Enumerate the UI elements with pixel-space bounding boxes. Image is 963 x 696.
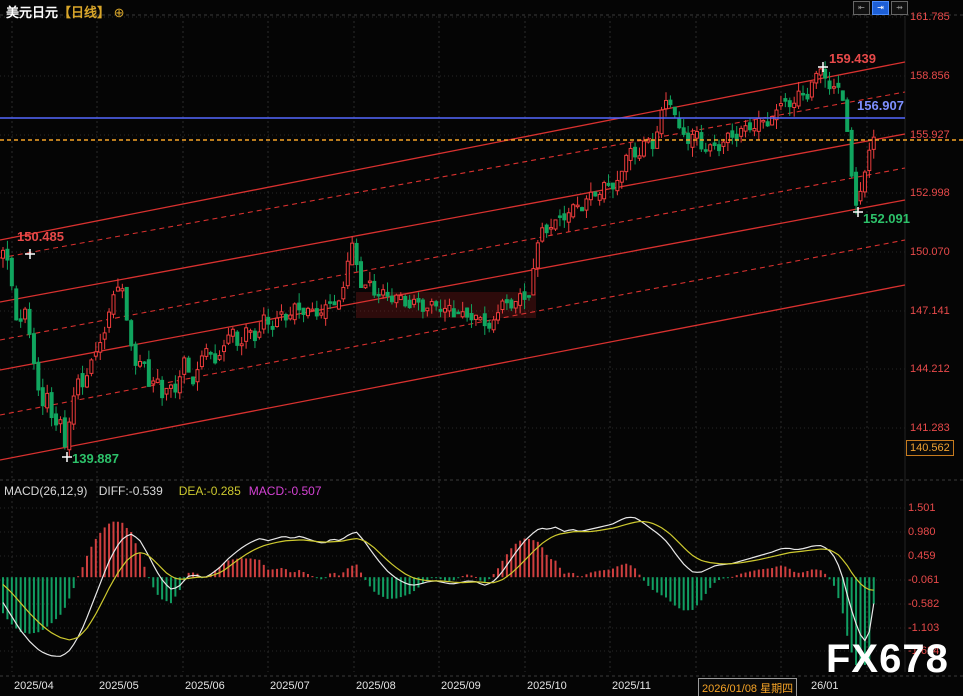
add-indicator-icon[interactable]: ⊕ [114,5,125,20]
current-date-badge: 2026/01/08 星期四 [698,678,797,696]
axis-scale-right-icon[interactable]: ⇸ [891,1,908,15]
trading-chart-app: 美元日元【日线】 ⊕ ⇤⇥⇸ 161.785158.856155.927152.… [0,0,963,696]
price-level-badge: 140.562 [906,440,954,456]
toolbar: ⇤⇥⇸ [853,1,908,15]
period-badge: 【日线】 [58,5,110,20]
macd-params: MACD(26,12,9) DIFF:-0.539 [4,484,171,498]
macd-header: MACD(26,12,9) DIFF:-0.539 DEA:-0.285 MACD:… [4,484,330,498]
macd-macd-value: MACD:-0.507 [249,484,322,498]
axis-scale-left-icon[interactable]: ⇤ [853,1,870,15]
chart-header: 美元日元【日线】 ⊕ [6,2,125,21]
watermark: FX678 [826,637,949,682]
main-chart-canvas[interactable] [0,0,963,696]
macd-dea-value: DEA:-0.285 [179,484,241,498]
axis-auto-fit-icon[interactable]: ⇥ [872,1,889,15]
symbol-title: 美元日元 [6,5,58,20]
